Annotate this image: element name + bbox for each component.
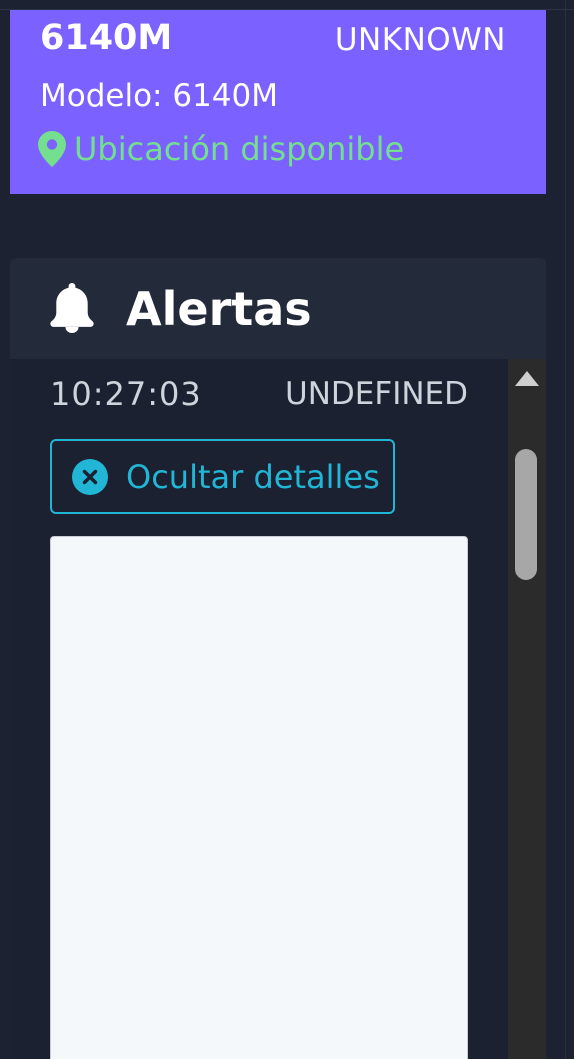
vehicle-location-label: Ubicación disponible <box>74 130 405 168</box>
top-border <box>0 0 574 10</box>
vehicle-card[interactable]: 6140M UNKNOWN Modelo: 6140M Ubicación di… <box>10 10 546 194</box>
hide-details-label: Ocultar detalles <box>126 457 380 496</box>
alerts-title: Alertas <box>126 282 312 336</box>
alert-time: 10:27:03 <box>50 375 202 413</box>
bell-icon <box>50 283 94 333</box>
vehicle-location[interactable]: Ubicación disponible <box>38 129 404 169</box>
panel-edge <box>565 0 566 1059</box>
hide-details-button[interactable]: Ocultar detalles <box>50 439 395 514</box>
alert-details-panel <box>50 536 468 1059</box>
vehicle-status: UNKNOWN <box>334 22 506 58</box>
alert-list: 10:27:03 UNDEFINED Ocultar detalles <box>10 359 508 1059</box>
scrollbar-thumb[interactable] <box>515 449 537 580</box>
vehicle-model: Modelo: 6140M <box>40 78 278 114</box>
map-pin-icon <box>38 131 66 167</box>
scrollbar[interactable] <box>508 359 546 1059</box>
scroll-up-arrow-icon[interactable] <box>515 371 539 386</box>
alerts-header: Alertas <box>10 258 546 359</box>
close-circle-icon <box>72 458 108 495</box>
alert-type: UNDEFINED <box>285 376 468 412</box>
alerts-panel: Alertas 10:27:03 UNDEFINED Ocultar detal… <box>10 258 546 1059</box>
vehicle-name: 6140M <box>40 18 173 58</box>
